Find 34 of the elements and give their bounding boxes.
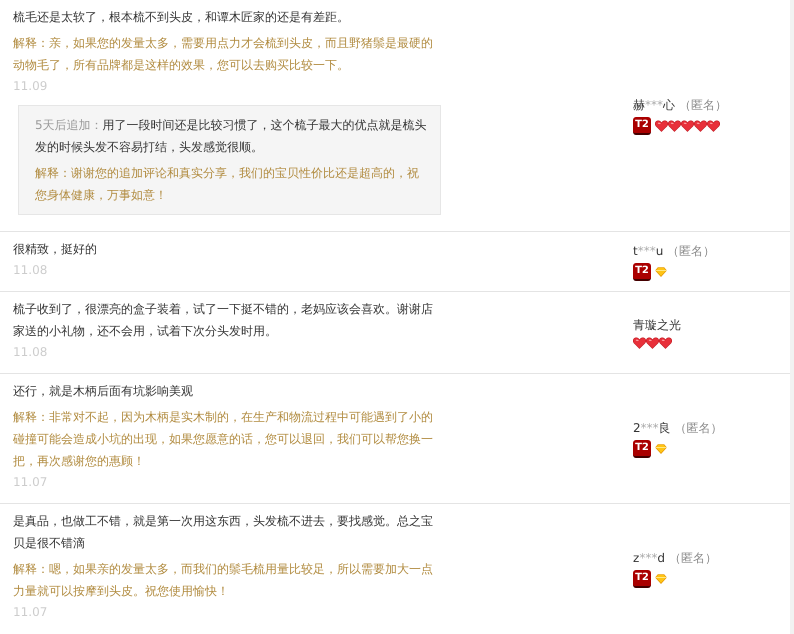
heart-icon (655, 120, 668, 132)
review-text: 梳毛还是太软了，根本梳不到头皮，和谭木匠家的还是有差距。 (13, 9, 350, 26)
user-name: 2***良 (633, 421, 671, 435)
diamond-icon (655, 574, 667, 584)
seller-reply: 解释：非常对不起，因为木柄是实木制的，在生产和物流过程中可能遇到了小的碰撞可能会造成小坑的出现，如果您愿意的话，您可以退回，我们可以帮您换一把，再次感谢您的惠顾！ (13, 409, 434, 470)
anonymous-label: （匿名） (678, 98, 727, 112)
diamond-icon (655, 444, 667, 454)
followup-text: 5天后追加：用了一段时间还是比较习惯了，这个梳子最大的优点就是梳头发的时候头发不容易打结，头发感觉很顺。 (35, 117, 428, 156)
user-name: z***d (633, 551, 665, 565)
anonymous-label: （匿名） (667, 244, 716, 258)
level-badge-icon: T2 (633, 440, 651, 458)
heart-icon (646, 337, 659, 349)
heart-icon (668, 120, 681, 132)
review-text: 梳子收到了，很漂亮的盒子装着，试了一下挺不错的，老妈应该会喜欢。谢谢店家送的小礼物，还不会用，试着下次分头发时用。 (13, 301, 434, 340)
level-badge-icon: T2 (633, 570, 651, 588)
heart-icon (694, 120, 707, 132)
review-text: 很精致，挺好的 (13, 241, 98, 258)
anonymous-label: （匿名） (674, 421, 722, 435)
heart-icon (659, 337, 672, 349)
heart-icon (633, 337, 646, 349)
review-text: 是真品，也做工不错，就是第一次用这东西，头发梳不进去，要找感觉。总之宝贝是很不错滴 (13, 513, 434, 552)
level-badge-icon: T2 (633, 117, 651, 135)
review-text: 还行，就是木柄后面有坑影响美观 (13, 383, 194, 400)
user-name: 青璇之光 (633, 318, 681, 332)
heart-icon (707, 120, 720, 132)
diamond-icon (655, 267, 667, 277)
user-name: 赫***心 (633, 98, 675, 112)
seller-reply: 解释：亲，如果您的发量太多，需要用点力才会梳到头皮，而且野猪鬃是最硬的动物毛了，所有品牌都是这样的效果，您可以去购买比较一下。 (13, 35, 434, 74)
user-name: t***u (633, 244, 664, 258)
seller-reply: 解释：谢谢您的追加评论和真实分享，我们的宝贝性价比还是超高的，祝您身体健康，万事如意！ (35, 165, 420, 204)
level-badge-icon: T2 (633, 263, 651, 281)
heart-icon (681, 120, 694, 132)
seller-reply: 解释：嗯，如果亲的发量太多，而我们的鬃毛梳用量比较足，所以需要加大一点力量就可以按摩到头皮。祝您使用愉快！ (13, 561, 434, 600)
anonymous-label: （匿名） (668, 551, 717, 565)
